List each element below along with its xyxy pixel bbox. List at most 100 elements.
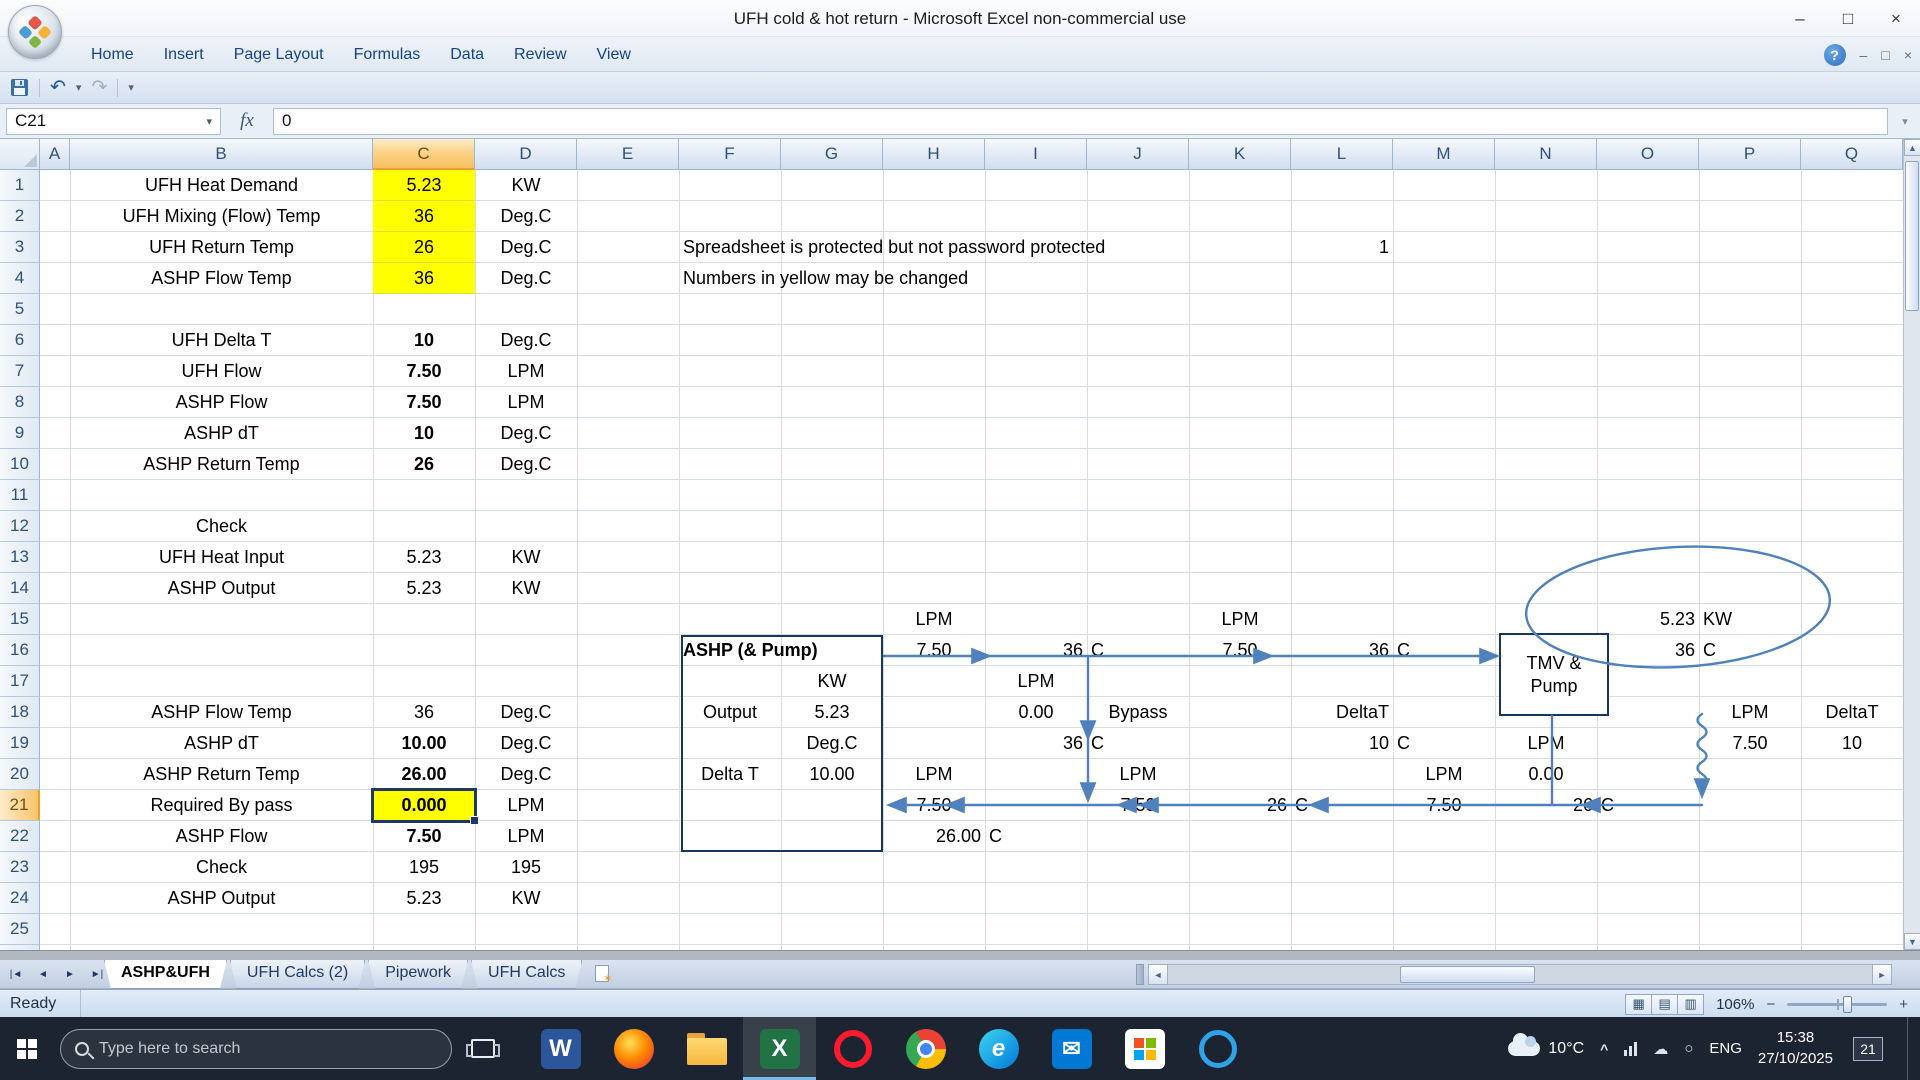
- column-header-B[interactable]: B: [70, 139, 373, 170]
- save-icon[interactable]: [10, 78, 29, 97]
- cell-Q19[interactable]: 10: [1801, 728, 1903, 759]
- column-header-F[interactable]: F: [679, 139, 781, 170]
- column-header-L[interactable]: L: [1291, 139, 1393, 170]
- ribbon-tab-data[interactable]: Data: [435, 40, 499, 70]
- sheet-tab-ashp-ufh[interactable]: ASHP&UFH: [104, 960, 227, 989]
- page-break-view-icon[interactable]: ▥: [1677, 993, 1705, 1015]
- excel-taskbar-icon[interactable]: X: [743, 1017, 816, 1080]
- zoom-slider-thumb[interactable]: [1843, 995, 1853, 1013]
- cell-D20[interactable]: Deg.C: [475, 759, 577, 790]
- cell-B6[interactable]: UFH Delta T: [70, 325, 373, 356]
- zoom-in-icon[interactable]: +: [1899, 996, 1908, 1013]
- column-header-D[interactable]: D: [475, 139, 577, 170]
- cell-H16[interactable]: 7.50: [883, 635, 985, 666]
- cell-B1[interactable]: UFH Heat Demand: [70, 170, 373, 201]
- row-header-21[interactable]: 21: [0, 790, 40, 821]
- cell-C19[interactable]: 10.00: [373, 728, 475, 759]
- undo-dropdown-icon[interactable]: ▾: [76, 81, 82, 94]
- ribbon-tab-review[interactable]: Review: [499, 40, 581, 70]
- cell-J18[interactable]: Bypass: [1087, 697, 1189, 728]
- cell-B3[interactable]: UFH Return Temp: [70, 232, 373, 263]
- cell-C14[interactable]: 5.23: [373, 573, 475, 604]
- name-box[interactable]: C21 ▾: [6, 107, 221, 135]
- help-icon[interactable]: ?: [1823, 43, 1846, 66]
- cell-O21[interactable]: C: [1597, 790, 1699, 821]
- cell-C6[interactable]: 10: [373, 325, 475, 356]
- language-indicator[interactable]: ENG: [1709, 1040, 1742, 1057]
- horizontal-scrollbar[interactable]: ◄ ►: [1148, 964, 1892, 985]
- column-header-M[interactable]: M: [1393, 139, 1495, 170]
- row-header-6[interactable]: 6: [0, 325, 40, 356]
- zoom-out-icon[interactable]: −: [1766, 996, 1775, 1013]
- row-header-3[interactable]: 3: [0, 232, 40, 263]
- cell-K21[interactable]: 26: [1189, 790, 1291, 821]
- tray-app-icon[interactable]: ○: [1684, 1040, 1693, 1057]
- cell-N20[interactable]: 0.00: [1495, 759, 1597, 790]
- cell-P19[interactable]: 7.50: [1699, 728, 1801, 759]
- cell-B13[interactable]: UFH Heat Input: [70, 542, 373, 573]
- row-header-18[interactable]: 18: [0, 697, 40, 728]
- scroll-right-icon[interactable]: ►: [1872, 964, 1892, 985]
- row-header-19[interactable]: 19: [0, 728, 40, 759]
- cell-D1[interactable]: KW: [475, 170, 577, 201]
- cell-D22[interactable]: LPM: [475, 821, 577, 852]
- cell-C24[interactable]: 5.23: [373, 883, 475, 914]
- cell-C9[interactable]: 10: [373, 418, 475, 449]
- cell-D24[interactable]: KW: [475, 883, 577, 914]
- cell-H21[interactable]: 7.50: [883, 790, 985, 821]
- cell-N21[interactable]: 26: [1495, 790, 1597, 821]
- cell-B7[interactable]: UFH Flow: [70, 356, 373, 387]
- column-header-P[interactable]: P: [1699, 139, 1801, 170]
- cell-I18[interactable]: 0.00: [985, 697, 1087, 728]
- cell-L19[interactable]: 10: [1291, 728, 1393, 759]
- onedrive-icon[interactable]: ☁: [1653, 1040, 1668, 1058]
- close-button[interactable]: ×: [1872, 0, 1920, 37]
- column-header-E[interactable]: E: [577, 139, 679, 170]
- cell-C23[interactable]: 195: [373, 852, 475, 883]
- insert-worksheet-tab[interactable]: ✶: [589, 960, 619, 989]
- cell-B4[interactable]: ASHP Flow Temp: [70, 263, 373, 294]
- horizontal-scroll-track[interactable]: [1168, 964, 1872, 985]
- chrome-taskbar-icon[interactable]: [889, 1017, 962, 1080]
- cell-B9[interactable]: ASHP dT: [70, 418, 373, 449]
- sheet-tab-pipework[interactable]: Pipework: [368, 960, 468, 989]
- notification-badge[interactable]: 21: [1853, 1036, 1883, 1061]
- cell-H20[interactable]: LPM: [883, 759, 985, 790]
- cell-H22[interactable]: 26.00: [883, 821, 985, 852]
- cell-M16[interactable]: C: [1393, 635, 1495, 666]
- column-header-A[interactable]: A: [40, 139, 70, 170]
- cell-L3[interactable]: 1: [1291, 232, 1393, 263]
- formula-input[interactable]: 0: [273, 107, 1888, 135]
- explorer-taskbar-icon[interactable]: [670, 1017, 743, 1080]
- cell-D2[interactable]: Deg.C: [475, 201, 577, 232]
- firefox-taskbar-icon[interactable]: [597, 1017, 670, 1080]
- office-button[interactable]: [8, 5, 62, 59]
- first-sheet-icon[interactable]: |◄: [4, 963, 28, 986]
- cell-B18[interactable]: ASHP Flow Temp: [70, 697, 373, 728]
- zoom-slider[interactable]: [1787, 995, 1888, 1013]
- ribbon-tab-view[interactable]: View: [582, 40, 646, 70]
- cell-B19[interactable]: ASHP dT: [70, 728, 373, 759]
- cell-K15[interactable]: LPM: [1189, 604, 1291, 635]
- undo-icon[interactable]: ↶: [50, 78, 66, 97]
- tray-chevron-icon[interactable]: ^: [1600, 1041, 1608, 1057]
- cell-D8[interactable]: LPM: [475, 387, 577, 418]
- ribbon-tab-page-layout[interactable]: Page Layout: [219, 40, 339, 70]
- cell-B22[interactable]: ASHP Flow: [70, 821, 373, 852]
- cell-D18[interactable]: Deg.C: [475, 697, 577, 728]
- workbook-restore-icon[interactable]: □: [1881, 47, 1889, 63]
- row-header-16[interactable]: 16: [0, 635, 40, 666]
- cell-P16[interactable]: C: [1699, 635, 1801, 666]
- cell-C13[interactable]: 5.23: [373, 542, 475, 573]
- outlook-taskbar-icon[interactable]: ✉: [1035, 1017, 1108, 1080]
- show-desktop-button[interactable]: [1907, 1017, 1912, 1080]
- cell-Q18[interactable]: DeltaT: [1801, 697, 1903, 728]
- cortana-taskbar-icon[interactable]: [1181, 1017, 1254, 1080]
- cell-O15[interactable]: 5.23: [1597, 604, 1699, 635]
- cell-L16[interactable]: 36: [1291, 635, 1393, 666]
- row-header-4[interactable]: 4: [0, 263, 40, 294]
- cell-H15[interactable]: LPM: [883, 604, 985, 635]
- taskbar-search[interactable]: [60, 1028, 452, 1069]
- cell-B14[interactable]: ASHP Output: [70, 573, 373, 604]
- row-header-10[interactable]: 10: [0, 449, 40, 480]
